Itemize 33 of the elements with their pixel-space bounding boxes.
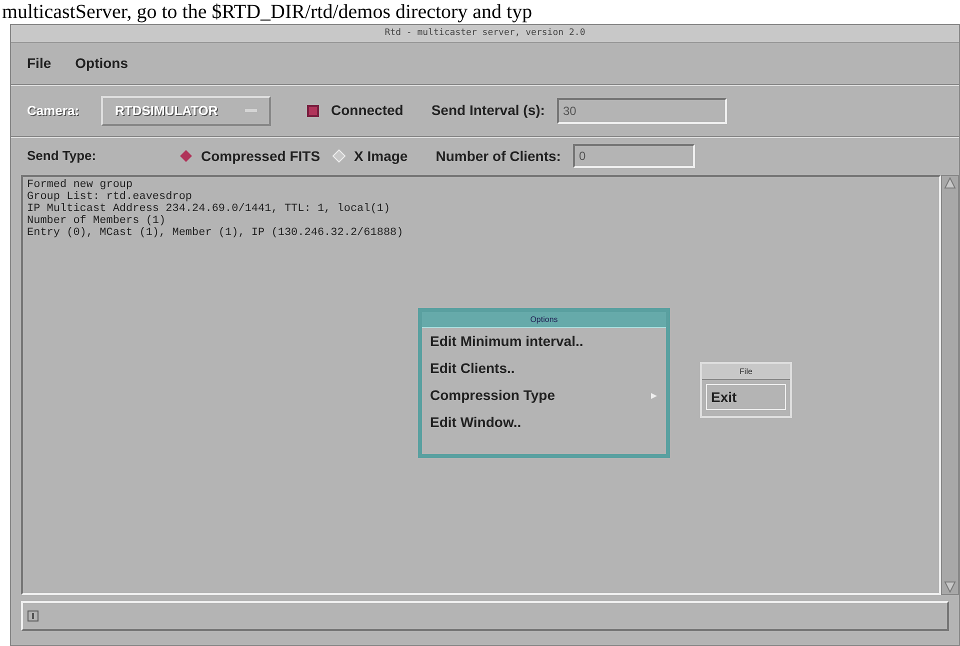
- menu-item[interactable]: File: [27, 53, 52, 74]
- radio-label: Compressed FITS: [201, 146, 320, 166]
- camera-label: Camera:: [27, 102, 80, 120]
- log-line: Entry (0), MCast (1), Member (1), IP (130.246.32.2/61888): [27, 227, 404, 239]
- checkbox-label: Connected: [331, 101, 404, 120]
- input-field[interactable]: 0: [572, 144, 695, 168]
- radio-button[interactable]: [179, 149, 193, 163]
- menu-item[interactable]: Options: [75, 53, 128, 74]
- scroll-up-icon[interactable]: [943, 176, 957, 190]
- menu-item[interactable]: Compression Type: [422, 382, 666, 409]
- scroll-down-icon[interactable]: [943, 580, 957, 594]
- field-label: Send Interval (s):: [431, 101, 545, 120]
- menu-item[interactable]: Edit Window..: [422, 409, 666, 436]
- input-field[interactable]: 30: [556, 98, 727, 124]
- log-line: Formed new group: [27, 179, 134, 191]
- document-text: multicastServer, go to the $RTD_DIR/rtd/demos directory and typ: [2, 0, 532, 24]
- square-icon[interactable]: [27, 610, 39, 622]
- scrollbar[interactable]: [941, 175, 959, 595]
- window-title: Rtd - multicaster server, version 2.0: [384, 26, 586, 40]
- field-label: Send Type:: [27, 147, 98, 166]
- menu-title: File: [740, 366, 752, 378]
- field-label: Number of Clients:: [436, 146, 561, 166]
- log-line: Number of Members (1): [27, 215, 167, 227]
- menu-item[interactable]: Edit Minimum interval..: [422, 328, 666, 355]
- log-line: Group List: rtd.eavesdrop: [27, 191, 194, 203]
- radio-button[interactable]: [332, 149, 346, 163]
- menu-title: Options: [530, 314, 558, 326]
- menu-item[interactable]: Edit Clients..: [422, 355, 666, 382]
- checkbox[interactable]: [307, 104, 319, 116]
- submenu-arrow-icon: [650, 392, 658, 400]
- log-line: IP Multicast Address 234.24.69.0/1441, TTL: 1, local(1): [27, 203, 392, 215]
- menu-item[interactable]: Exit: [706, 384, 786, 410]
- radio-label: X Image: [354, 146, 408, 166]
